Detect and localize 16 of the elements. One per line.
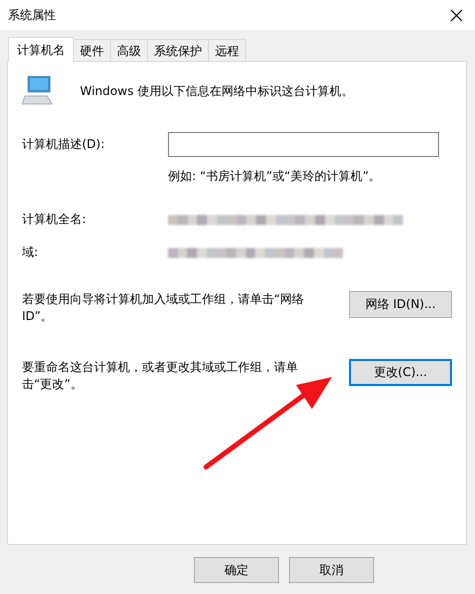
description-field[interactable] xyxy=(168,132,439,157)
dialog-button[interactable]: 确定 xyxy=(194,557,279,583)
action-button[interactable]: 网络 ID(N)... xyxy=(349,291,452,318)
instruction-text: 若要使用向导将计算机加入域或工作组，请单击“网络 ID”。 xyxy=(22,291,306,325)
tab[interactable]: 远程 xyxy=(208,39,246,61)
info-label: 域: xyxy=(22,244,40,261)
info-label: 计算机全名: xyxy=(22,211,88,228)
close-icon[interactable] xyxy=(450,8,463,22)
example-text: 例如: “书房计算机”或“美玲的计算机”。 xyxy=(168,168,382,185)
intro-text: Windows 使用以下信息在网络中标识这台计算机。 xyxy=(80,82,354,100)
action-button[interactable]: 更改(C)... xyxy=(349,359,452,386)
dialog-button[interactable]: 取消 xyxy=(289,557,374,583)
window-title: 系统属性 xyxy=(8,6,56,24)
field-label: 计算机描述(D): xyxy=(22,136,106,153)
instruction-text: 要重命名这台计算机，或者更改其域或工作组，请单击“更改”。 xyxy=(22,359,299,393)
tab[interactable]: 计算机名 xyxy=(8,37,74,62)
